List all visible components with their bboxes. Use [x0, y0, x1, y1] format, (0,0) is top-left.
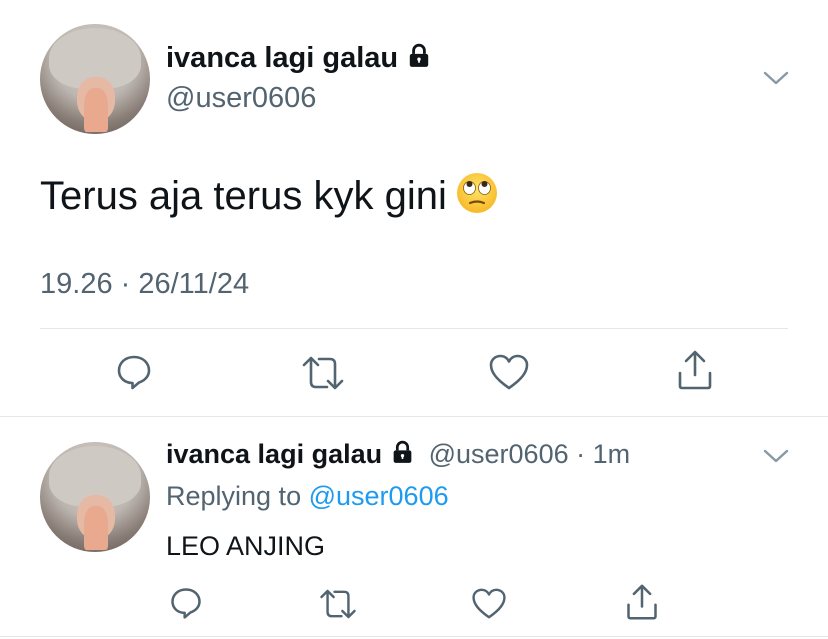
share-icon[interactable]	[675, 349, 715, 396]
avatar[interactable]	[40, 442, 150, 552]
lock-icon	[406, 43, 432, 77]
tweet-text-content: Terus aja terus kyk gini	[40, 174, 447, 218]
rolling-eyes-emoji-icon	[455, 171, 499, 225]
relative-time[interactable]: 1m	[593, 439, 631, 469]
replying-to-link[interactable]: @user0606	[309, 481, 449, 511]
divider	[0, 636, 828, 637]
comment-icon[interactable]	[168, 585, 204, 626]
divider	[0, 416, 828, 417]
share-icon[interactable]	[624, 583, 660, 626]
display-name[interactable]: ivanca lagi galau	[166, 42, 432, 77]
reply-header: ivanca lagi galau @user0606 · 1m	[166, 439, 630, 472]
display-name-text: ivanca lagi galau	[166, 42, 399, 74]
avatar[interactable]	[40, 24, 150, 134]
user-handle[interactable]: @user0606	[429, 439, 569, 469]
chevron-down-icon[interactable]	[762, 68, 790, 93]
chevron-down-icon[interactable]	[762, 446, 790, 471]
lock-icon	[390, 440, 415, 472]
comment-icon[interactable]	[114, 352, 154, 397]
separator-dot: ·	[576, 439, 586, 469]
retweet-icon[interactable]	[300, 354, 346, 397]
retweet-icon[interactable]	[318, 587, 358, 626]
heart-icon[interactable]	[471, 587, 507, 625]
reply-text: LEO ANJING	[166, 531, 326, 561]
tweet-text: Terus aja terus kyk gini	[40, 171, 499, 225]
timestamp[interactable]: 19.26 · 26/11/24	[40, 268, 249, 301]
replying-to-label: Replying to	[166, 481, 302, 511]
user-handle[interactable]: @user0606	[166, 82, 316, 115]
heart-icon[interactable]	[488, 353, 530, 396]
replying-to: Replying to @user0606	[166, 481, 449, 512]
divider	[40, 328, 788, 329]
display-name[interactable]: ivanca lagi galau	[166, 439, 382, 469]
